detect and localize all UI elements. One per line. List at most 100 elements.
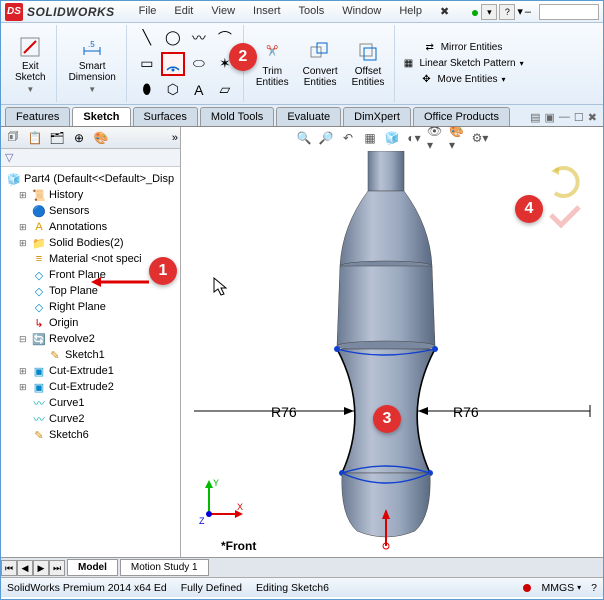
menu-pin-icon[interactable]: ✖ [432,2,457,21]
status-help-icon[interactable]: ? [591,582,597,594]
bt-next[interactable]: ▶ [33,560,49,576]
status-rec[interactable] [523,584,531,592]
app-logo: DS SOLIDWORKS [5,3,123,21]
viewport-maximize-icon[interactable]: ☐ [574,111,584,124]
status-units[interactable]: MMGS ▾ [541,582,581,594]
tree-item-curve2[interactable]: 〰Curve2 [3,411,178,427]
menu-help[interactable]: Help [391,2,430,21]
filter-bar[interactable]: ▽ [1,149,180,167]
menu-view[interactable]: View [203,2,243,21]
help-button[interactable]: ? [499,4,515,20]
section-view-icon[interactable]: ▦ [361,129,379,147]
tree-item-sketch6[interactable]: ✎Sketch6 [3,427,178,443]
scene-icon[interactable]: ⚙▾ [471,129,489,147]
bottom-tab-motion[interactable]: Motion Study 1 [120,559,209,576]
fm-tab-2[interactable]: 📋 [25,129,45,147]
sidebar-expand-icon[interactable]: » [172,132,178,144]
tree-item-annotations[interactable]: ⊞AAnnotations [3,219,178,235]
tree-item-sketch1[interactable]: ✎Sketch1 [3,347,178,363]
polygon-tool[interactable]: ⬡ [161,78,185,102]
smart-dimension-dropdown-icon[interactable]: ▼ [88,85,96,94]
menu-tools[interactable]: Tools [291,2,333,21]
point-tool[interactable]: ✶ [213,52,237,76]
slot-tool[interactable]: ⬮ [135,78,159,102]
new-doc-button[interactable]: ▾ [481,4,497,20]
viewport-toolbar: 🔍 🔎 ↶ ▦ 🧊 ◐▾ 👁▾ 🎨▾ ⚙▾ [181,127,603,149]
tree-item-solid-bodies[interactable]: ⊞📁Solid Bodies(2) [3,235,178,251]
view-orientation-icon[interactable]: 🧊 [383,129,401,147]
sketch-confirm-gizmo[interactable] [545,163,585,233]
tab-mold-tools[interactable]: Mold Tools [200,107,274,126]
part-icon: 🧊 [7,172,21,186]
smart-dimension-button[interactable]: .5 Smart Dimension [65,33,120,85]
tree-item-revolve2[interactable]: ⊟🔄Revolve2 [3,331,178,347]
exit-sketch-button[interactable]: Exit Sketch [11,33,50,85]
menu-file[interactable]: File [131,2,165,21]
search-input[interactable] [539,4,599,20]
prev-view-icon[interactable]: ↶ [339,129,357,147]
tab-dimxpert[interactable]: DimXpert [343,107,411,126]
menu-edit[interactable]: Edit [166,2,201,21]
tree-item-front-plane[interactable]: ◇Front Plane [3,267,178,283]
circle-tool[interactable]: ◯ [161,26,185,50]
move-entities-button[interactable]: ✥Move Entities▾ [420,73,506,87]
graphics-viewport[interactable]: 🔍 🔎 ↶ ▦ 🧊 ◐▾ 👁▾ 🎨▾ ⚙▾ [181,127,603,557]
dropdown-icon[interactable]: ▾ [517,5,523,18]
arc-tool-highlighted[interactable] [161,52,185,76]
move-icon: ✥ [420,73,434,87]
viewport-close-icon[interactable]: ✖ [588,111,597,124]
offset-entities-button[interactable]: Offset Entities [348,38,389,90]
linear-pattern-button[interactable]: ▦Linear Sketch Pattern▾ [401,57,523,71]
minus-icon[interactable]: – [525,6,531,18]
pattern-label: Linear Sketch Pattern [419,58,515,69]
convert-entities-button[interactable]: Convert Entities [299,38,342,90]
trim-entities-button[interactable]: ✂️ Trim Entities [252,38,293,90]
line-tool[interactable]: ╲ [135,26,159,50]
tree-item-sensors[interactable]: 🔵Sensors [3,203,178,219]
mirror-entities-button[interactable]: ⇄Mirror Entities [423,41,503,55]
tree-item-history[interactable]: ⊞📜History [3,187,178,203]
tree-item-right-plane[interactable]: ◇Right Plane [3,299,178,315]
hide-show-icon[interactable]: 👁▾ [427,129,445,147]
bottom-tab-model[interactable]: Model [67,559,118,576]
spline-tool[interactable]: 〰 [187,26,211,50]
tab-evaluate[interactable]: Evaluate [276,107,341,126]
plane-tool[interactable]: ▱ [213,78,237,102]
tab-surfaces[interactable]: Surfaces [133,107,198,126]
tree-item-cut-extrude1[interactable]: ⊞▣Cut-Extrude1 [3,363,178,379]
menu-window[interactable]: Window [334,2,389,21]
viewport-minimize-icon[interactable]: — [559,111,570,124]
display-style-icon[interactable]: ◐▾ [405,129,423,147]
tree-item-top-plane[interactable]: ◇Top Plane [3,283,178,299]
tree-item-curve1[interactable]: 〰Curve1 [3,395,178,411]
pattern-dropdown-icon[interactable]: ▾ [520,59,524,68]
tree-item-origin[interactable]: ↳Origin [3,315,178,331]
tree-item-material[interactable]: ≡Material <not speci [3,251,178,267]
fm-tab-4[interactable]: ⊕ [69,129,89,147]
fm-tab-3[interactable]: 🗂 [47,129,67,147]
rectangle-tool[interactable]: ▭ [135,52,159,76]
text-tool[interactable]: A [187,78,211,102]
menu-insert[interactable]: Insert [245,2,289,21]
tree-item-cut-extrude2[interactable]: ⊞▣Cut-Extrude2 [3,379,178,395]
tree-root[interactable]: 🧊 Part4 (Default<<Default>_Disp [3,171,178,187]
bt-last[interactable]: ⏭ [49,560,65,576]
traffic-light-icon[interactable]: ● [471,4,479,20]
fm-tab-1[interactable]: 🗊 [3,129,23,147]
ellipse-tool[interactable]: ⬭ [187,52,211,76]
zoom-area-icon[interactable]: 🔎 [317,129,335,147]
status-defined: Fully Defined [181,582,242,594]
appearance-icon[interactable]: 🎨▾ [449,129,467,147]
viewport-menu-icon[interactable]: ▤ [530,111,540,124]
move-dropdown-icon[interactable]: ▾ [502,75,506,84]
fm-tab-5[interactable]: 🎨 [91,129,111,147]
tab-sketch[interactable]: Sketch [72,107,130,126]
fillet-tool[interactable]: ⌒ [213,26,237,50]
tab-office-products[interactable]: Office Products [413,107,510,126]
zoom-fit-icon[interactable]: 🔍 [295,129,313,147]
bt-prev[interactable]: ◀ [17,560,33,576]
exit-sketch-dropdown-icon[interactable]: ▼ [26,85,34,94]
tab-features[interactable]: Features [5,107,70,126]
bt-first[interactable]: ⏮ [1,560,17,576]
viewport-restore-icon[interactable]: ▣ [545,111,555,124]
